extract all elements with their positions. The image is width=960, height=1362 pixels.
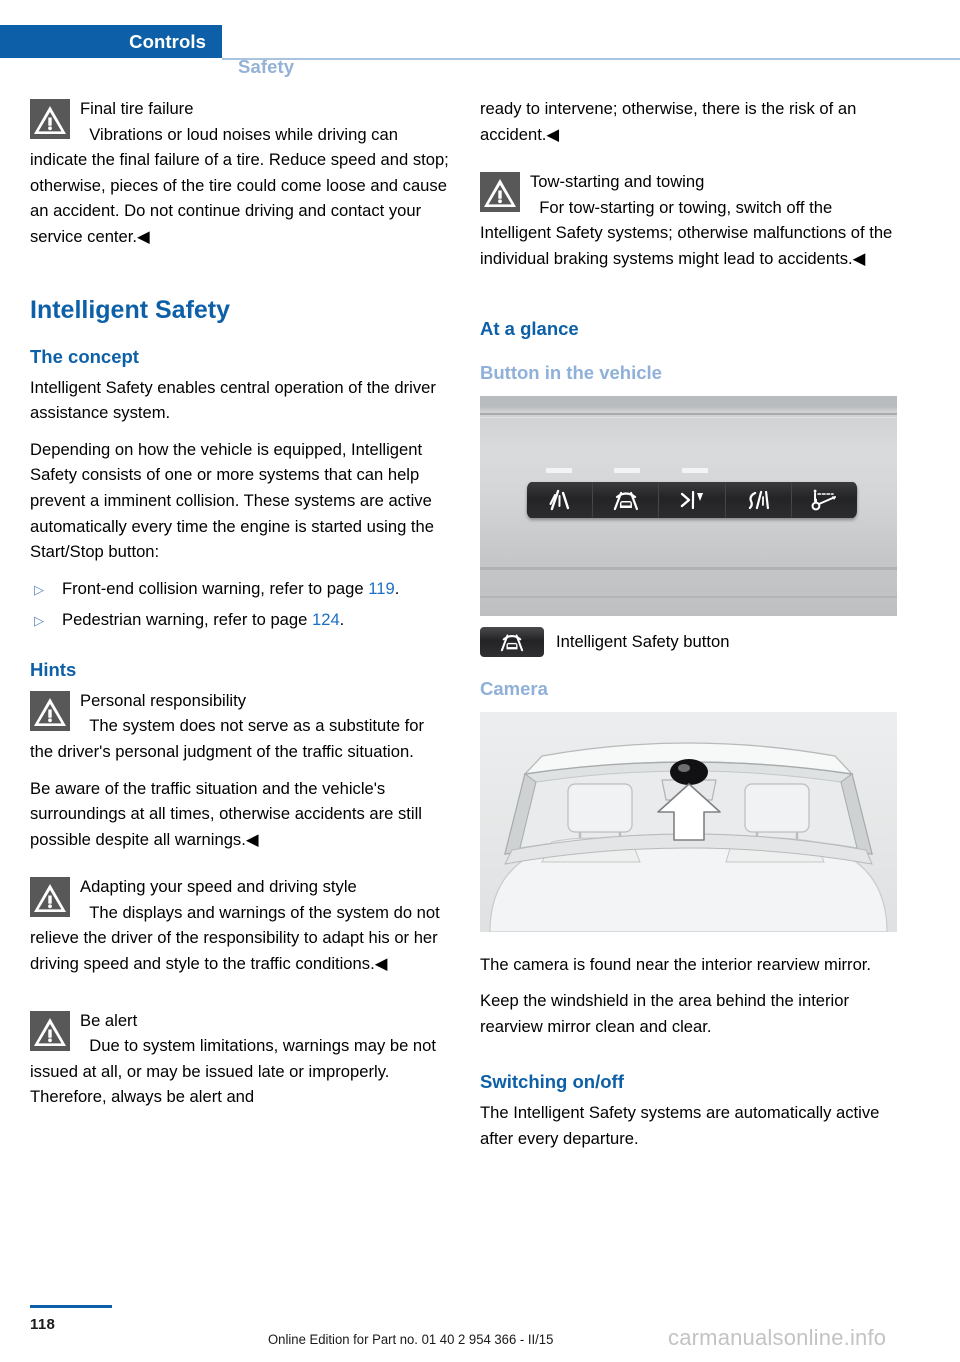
warning-body: Vibrations or loud noises while driving … — [30, 122, 450, 250]
concept-paragraph-1: Intelligent Safety enables central opera… — [30, 377, 436, 423]
bullet-text-after: . — [394, 578, 400, 598]
intelligent-safety-icon — [480, 626, 544, 657]
intelligent-safety-icon[interactable] — [593, 481, 660, 518]
warning-title: Personal responsibility — [80, 690, 247, 710]
intelligent-safety-button-label: Intelligent Safety button — [556, 631, 730, 651]
warning-tow-starting: Tow-starting and towing For tow-starting… — [480, 169, 900, 271]
active-lane-keeping-icon[interactable] — [725, 481, 793, 518]
warning-triangle-icon — [30, 690, 70, 731]
windshield-camera-photo — [480, 711, 897, 932]
header-divider — [222, 58, 960, 60]
dashboard-trim-highlight — [480, 416, 897, 418]
footer-edition-text: Online Edition for Part no. 01 40 2 954 … — [268, 1332, 554, 1347]
continued-paragraph-text: ready to intervene; otherwise, there is … — [480, 99, 857, 144]
bullet-triangle-icon: ▷ — [34, 612, 44, 628]
heading-button-in-the-vehicle: Button in the vehicle — [480, 361, 662, 383]
heading-hints: Hints — [30, 658, 77, 680]
bullet-text-after: . — [339, 609, 345, 629]
dashboard-lower-edge — [480, 566, 897, 570]
page-title: Intelligent Safety — [30, 295, 231, 324]
indicator-led-2 — [614, 467, 640, 473]
bullet-text-before: Front-end collision warning, refer to pa… — [62, 578, 369, 598]
tab-controls-label: Controls — [129, 31, 206, 52]
lane-departure-warning-icon[interactable] — [526, 481, 594, 518]
heading-camera: Camera — [480, 677, 548, 699]
tab-controls[interactable]: Controls — [0, 25, 222, 58]
bullet-text: Pedestrian warning, refer to page 124. — [62, 607, 450, 634]
warning-endmark: ◀ — [245, 829, 259, 849]
warning-body: Due to system limitations, warnings may … — [30, 1036, 437, 1107]
right-column: ready to intervene; otherwise, there is … — [480, 96, 900, 1163]
personal-followup-text: Be aware of the traffic situation and th… — [30, 778, 422, 849]
heading-switching-on-off: Switching on/off — [480, 1071, 624, 1093]
page-reference-link[interactable]: 119 — [368, 579, 394, 598]
warning-body-text: Vibrations or loud noises while driving … — [30, 124, 449, 246]
page-number: 118 — [30, 1316, 56, 1333]
lane-change-warning-icon[interactable] — [659, 481, 726, 518]
warning-endmark: ◀ — [852, 248, 866, 268]
dashboard-button-panel-photo — [480, 395, 897, 616]
warning-title: Adapting your speed and driving style — [80, 877, 357, 897]
warning-endmark: ◀ — [136, 226, 150, 246]
site-watermark: carmanualsonline.info — [668, 1325, 887, 1350]
windshield-drawing — [489, 741, 888, 932]
indicator-led-1 — [546, 467, 572, 473]
heading-the-concept: The concept — [30, 345, 139, 367]
warning-body-text: For tow-starting or towing, switch off t… — [480, 197, 893, 268]
warning-triangle-icon — [480, 172, 520, 213]
heading-at-a-glance: At a glance — [480, 317, 579, 339]
bullet-text: Front-end collision warning, refer to pa… — [62, 576, 450, 603]
camera-paragraph-1: The camera is found near the interior re… — [480, 954, 872, 974]
indicator-led-3 — [682, 467, 708, 473]
warning-adapting-speed: Adapting your speed and driving style Th… — [30, 874, 450, 976]
button-strip — [526, 481, 858, 518]
warning-be-alert: Be alert Due to system limitations, warn… — [30, 1008, 450, 1110]
head-up-display-icon[interactable] — [791, 481, 858, 518]
warning-title: Be alert — [80, 1010, 138, 1030]
bullet-text-before: Pedestrian warning, refer to page — [62, 609, 312, 629]
warning-body: The displays and warnings of the system … — [30, 900, 450, 977]
warning-endmark: ◀ — [374, 954, 388, 974]
warning-triangle-icon — [30, 1010, 70, 1051]
warning-triangle-icon — [30, 877, 70, 918]
intelligent-safety-button-legend: Intelligent Safety button — [480, 626, 900, 657]
personal-responsibility-followup: Be aware of the traffic situation and th… — [30, 776, 450, 853]
warning-body: For tow-starting or towing, switch off t… — [480, 195, 900, 272]
page-header: Controls Safety — [0, 25, 960, 77]
warning-personal-responsibility: Personal responsibility The system does … — [30, 688, 450, 765]
warning-triangle-icon — [30, 99, 70, 139]
continued-paragraph: ready to intervene; otherwise, there is … — [480, 96, 900, 147]
warning-endmark: ◀ — [546, 124, 560, 144]
left-column: Final tire failure Vibrations or loud no… — [30, 96, 450, 1121]
warning-final-tire-failure: Final tire failure Vibrations or loud no… — [30, 96, 450, 250]
warning-title: Final tire failure — [80, 99, 194, 118]
list-item: ▷ Front-end collision warning, refer to … — [30, 576, 450, 603]
warning-body: The system does not serve as a substitut… — [30, 716, 425, 761]
page-reference-link[interactable]: 124 — [312, 610, 340, 629]
camera-paragraph-2: Keep the windshield in the area behind t… — [480, 991, 850, 1036]
warning-title: Tow-starting and towing — [530, 172, 705, 192]
list-item: ▷ Pedestrian warning, refer to page 124. — [30, 607, 450, 634]
concept-paragraph-2: Depending on how the vehicle is equipped… — [30, 439, 434, 562]
bullet-triangle-icon: ▷ — [34, 581, 44, 597]
switching-paragraph: The Intelligent Safety systems are autom… — [480, 1103, 880, 1148]
footer-divider — [30, 1305, 112, 1308]
dashboard-lower-edge-2 — [480, 595, 897, 598]
dashboard-trim-edge — [480, 412, 897, 415]
